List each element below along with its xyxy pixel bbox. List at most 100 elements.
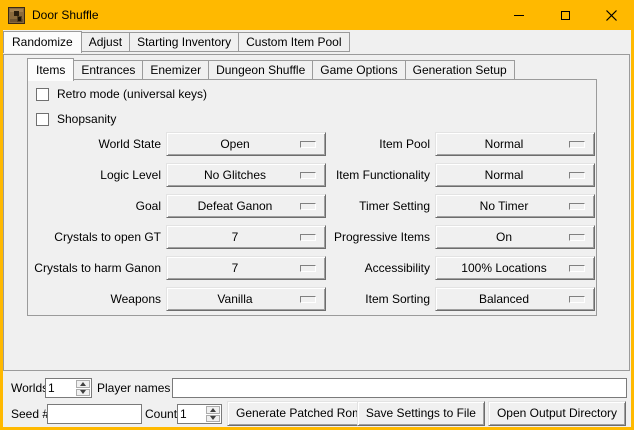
dropdown-value: Open [220, 137, 271, 151]
crystals-gt-label: Crystals to open GT [33, 225, 161, 249]
dropdown-value: No Timer [480, 199, 551, 213]
goal-dropdown[interactable]: Defeat Ganon [166, 194, 326, 218]
down-arrow-icon [80, 390, 86, 394]
tab-items[interactable]: Items [27, 58, 74, 81]
dropdown-indicator-icon [569, 203, 585, 210]
primary-tabbar: Randomize Adjust Starting Inventory Cust… [3, 30, 349, 52]
spinner-buttons [75, 379, 91, 397]
dropdown-indicator-icon [569, 234, 585, 241]
dropdown-value: 7 [232, 261, 261, 275]
up-arrow-icon [80, 382, 86, 386]
goal-label: Goal [33, 194, 161, 218]
dropdown-value: Balanced [479, 292, 551, 306]
dropdown-indicator-icon [300, 141, 316, 148]
dropdown-indicator-icon [300, 172, 316, 179]
tab-starting-inventory[interactable]: Starting Inventory [129, 32, 239, 52]
worlds-spinbox[interactable] [45, 378, 92, 398]
save-settings-button[interactable]: Save Settings to File [357, 401, 485, 426]
weapons-label: Weapons [33, 287, 161, 311]
shopsanity-checkbox[interactable]: Shopsanity [36, 111, 116, 127]
shopsanity-label: Shopsanity [57, 112, 116, 126]
world-state-dropdown[interactable]: Open [166, 132, 326, 156]
dropdown-indicator-icon [569, 172, 585, 179]
dropdown-indicator-icon [569, 141, 585, 148]
checkbox-icon[interactable] [36, 88, 49, 101]
close-button[interactable] [588, 0, 634, 30]
item-functionality-label: Item Functionality [328, 163, 430, 187]
seed-label: Seed # [11, 404, 49, 424]
item-functionality-dropdown[interactable]: Normal [435, 163, 595, 187]
open-output-directory-button[interactable]: Open Output Directory [488, 401, 626, 426]
tab-adjust[interactable]: Adjust [81, 32, 130, 52]
progressive-items-dropdown[interactable]: On [435, 225, 595, 249]
dropdown-value: No Glitches [204, 168, 288, 182]
maximize-icon [561, 11, 570, 20]
timer-setting-label: Timer Setting [328, 194, 430, 218]
item-sorting-label: Item Sorting [328, 287, 430, 311]
logic-level-label: Logic Level [33, 163, 161, 187]
dropdown-value: Vanilla [217, 292, 274, 306]
minimize-button[interactable] [496, 0, 542, 30]
player-names-label: Player names [97, 378, 170, 398]
item-sorting-dropdown[interactable]: Balanced [435, 287, 595, 311]
tab-game-options[interactable]: Game Options [312, 60, 405, 80]
dropdown-value: 7 [232, 230, 261, 244]
player-names-input[interactable] [172, 378, 627, 398]
dropdown-indicator-icon [300, 234, 316, 241]
spin-up-button[interactable] [206, 406, 220, 414]
count-spinbox[interactable] [177, 404, 222, 424]
dropdown-indicator-icon [300, 203, 316, 210]
secondary-tabbar: Items Entrances Enemizer Dungeon Shuffle… [27, 57, 514, 80]
dropdown-indicator-icon [300, 296, 316, 303]
tab-custom-item-pool[interactable]: Custom Item Pool [238, 32, 349, 52]
dropdown-value: Defeat Ganon [198, 199, 295, 213]
crystals-ganon-label: Crystals to harm Ganon [33, 256, 161, 280]
worlds-input[interactable] [46, 379, 75, 397]
count-input[interactable] [178, 405, 205, 423]
dropdown-value: 100% Locations [461, 261, 568, 275]
titlebar[interactable]: Door Shuffle [0, 0, 634, 30]
logic-level-dropdown[interactable]: No Glitches [166, 163, 326, 187]
maximize-button[interactable] [542, 0, 588, 30]
timer-setting-dropdown[interactable]: No Timer [435, 194, 595, 218]
tab-randomize[interactable]: Randomize [3, 31, 82, 53]
seed-input[interactable] [47, 404, 142, 424]
tab-entrances[interactable]: Entrances [73, 60, 143, 80]
progressive-items-label: Progressive Items [328, 225, 430, 249]
count-label: Count [145, 404, 177, 424]
app-icon [8, 7, 25, 24]
spin-up-button[interactable] [76, 380, 90, 388]
worlds-label: Worlds [11, 378, 48, 398]
accessibility-dropdown[interactable]: 100% Locations [435, 256, 595, 280]
tab-dungeon-shuffle[interactable]: Dungeon Shuffle [208, 60, 313, 80]
dropdown-indicator-icon [569, 296, 585, 303]
dropdown-value: Normal [485, 168, 546, 182]
accessibility-label: Accessibility [328, 256, 430, 280]
down-arrow-icon [210, 416, 216, 420]
crystals-ganon-dropdown[interactable]: 7 [166, 256, 326, 280]
item-pool-dropdown[interactable]: Normal [435, 132, 595, 156]
checkbox-icon[interactable] [36, 113, 49, 126]
dropdown-value: Normal [485, 137, 546, 151]
crystals-gt-dropdown[interactable]: 7 [166, 225, 326, 249]
tab-generation-setup[interactable]: Generation Setup [405, 60, 515, 80]
retro-mode-label: Retro mode (universal keys) [57, 87, 207, 101]
up-arrow-icon [210, 408, 216, 412]
spinner-buttons [205, 405, 221, 423]
spin-down-button[interactable] [76, 389, 90, 397]
client-area: Randomize Adjust Starting Inventory Cust… [3, 30, 631, 427]
weapons-dropdown[interactable]: Vanilla [166, 287, 326, 311]
tab-enemizer[interactable]: Enemizer [142, 60, 209, 80]
output-buttons: Save Settings to File Open Output Direct… [357, 401, 626, 426]
dropdown-indicator-icon [300, 265, 316, 272]
minimize-icon [514, 15, 524, 16]
world-state-label: World State [33, 132, 161, 156]
items-tab-panel: Retro mode (universal keys) Shopsanity W… [27, 79, 597, 316]
window-title: Door Shuffle [32, 8, 99, 22]
item-pool-label: Item Pool [328, 132, 430, 156]
dropdown-value: On [496, 230, 534, 244]
generate-patched-rom-button[interactable]: Generate Patched Rom [227, 401, 371, 426]
retro-mode-checkbox[interactable]: Retro mode (universal keys) [36, 86, 207, 102]
spin-down-button[interactable] [206, 415, 220, 423]
window-controls [496, 0, 634, 30]
